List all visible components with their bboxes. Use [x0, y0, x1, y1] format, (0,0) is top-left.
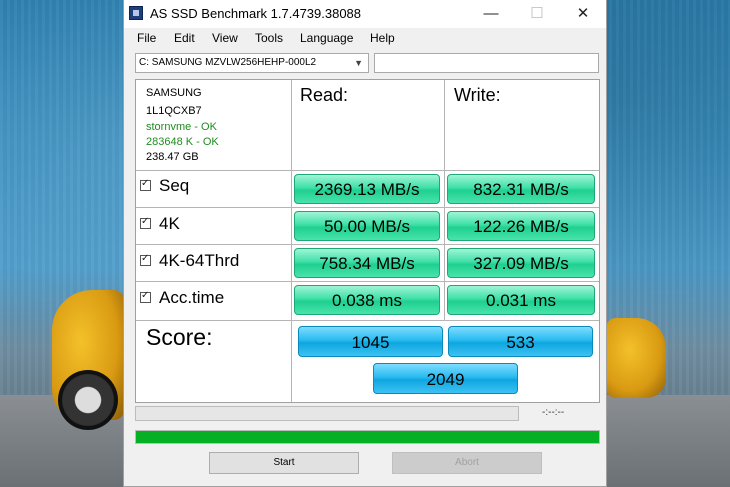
- 4k-write-value: 122.26 MB/s: [447, 211, 595, 241]
- seq-read-value: 2369.13 MB/s: [294, 174, 440, 204]
- drive-dropdown[interactable]: C: SAMSUNG MZVLW256HEHP-000L2 ▼: [135, 53, 369, 73]
- grid-divider: [444, 80, 445, 321]
- window-title: AS SSD Benchmark 1.7.4739.38088: [150, 6, 362, 21]
- test-label: 4K-64Thrd: [159, 251, 240, 270]
- menu-language[interactable]: Language: [300, 31, 353, 45]
- menu-tools[interactable]: Tools: [255, 31, 283, 45]
- test-row-4k-64thrd[interactable]: 4K-64Thrd: [140, 251, 239, 271]
- seq-write-value: 832.31 MB/s: [447, 174, 595, 204]
- acc-time-write-value: 0.031 ms: [447, 285, 595, 315]
- test-progress-bar: [135, 406, 519, 421]
- test-label: 4K: [159, 214, 180, 233]
- menu-view[interactable]: View: [212, 31, 238, 45]
- abort-button[interactable]: Abort: [392, 452, 542, 474]
- grid-divider: [291, 80, 292, 402]
- grid-divider: [136, 170, 599, 171]
- 4k-64thrd-write-value: 327.09 MB/s: [447, 248, 595, 278]
- 4k-64thrd-checkbox[interactable]: [140, 253, 151, 267]
- background-car-right: [606, 318, 666, 398]
- as-ssd-window: AS SSD Benchmark 1.7.4739.38088 — ☐ ✕ Fi…: [123, 0, 607, 487]
- chevron-down-icon[interactable]: ▼: [354, 54, 363, 72]
- minimize-button[interactable]: —: [468, 0, 514, 28]
- menu-edit[interactable]: Edit: [174, 31, 195, 45]
- test-row-acc-time[interactable]: Acc.time: [140, 288, 224, 308]
- grid-divider: [136, 281, 599, 282]
- start-button[interactable]: Start: [209, 452, 359, 474]
- menu-help[interactable]: Help: [370, 31, 395, 45]
- test-label: Acc.time: [159, 288, 225, 307]
- write-header: Write:: [454, 85, 501, 105]
- test-label: Seq: [159, 176, 190, 195]
- results-grid: SAMSUNG 1L1QCXB7 stornvme - OK 283648 K …: [135, 79, 600, 403]
- grid-divider: [136, 244, 599, 245]
- drive-firmware: 1L1QCXB7: [146, 105, 202, 117]
- acc-time-checkbox[interactable]: [140, 290, 151, 304]
- alignment-status: 283648 K - OK: [146, 136, 219, 148]
- drive-capacity: 238.47 GB: [146, 151, 199, 163]
- acc-time-read-value: 0.038 ms: [294, 285, 440, 315]
- seq-checkbox[interactable]: [140, 178, 151, 192]
- test-row-seq[interactable]: Seq: [140, 176, 189, 196]
- score-read-value: 1045: [298, 326, 443, 357]
- menu-file[interactable]: File: [137, 31, 156, 45]
- read-header: Read:: [300, 85, 349, 105]
- menu-bar: File Edit View Tools Language Help: [124, 28, 606, 48]
- elapsed-time: -:--:--: [542, 407, 565, 418]
- driver-status: stornvme - OK: [146, 121, 217, 133]
- overall-progress-bar: [135, 430, 600, 444]
- 4k-64thrd-read-value: 758.34 MB/s: [294, 248, 440, 278]
- drive-dropdown-value: C: SAMSUNG MZVLW256HEHP-000L2: [139, 57, 317, 68]
- drive-vendor: SAMSUNG: [146, 87, 202, 99]
- 4k-read-value: 50.00 MB/s: [294, 211, 440, 241]
- score-label: Score:: [146, 324, 213, 350]
- 4k-checkbox[interactable]: [140, 216, 151, 230]
- score-write-value: 533: [448, 326, 593, 357]
- close-button[interactable]: ✕: [560, 0, 606, 28]
- grid-divider: [136, 207, 599, 208]
- app-icon: [129, 6, 143, 20]
- test-row-4k[interactable]: 4K: [140, 214, 180, 234]
- grid-divider: [136, 320, 599, 321]
- maximize-button[interactable]: ☐: [514, 0, 560, 28]
- score-total-value: 2049: [373, 363, 518, 394]
- background-car-wheel: [58, 370, 118, 430]
- drive-extra-field[interactable]: [374, 53, 599, 73]
- title-bar[interactable]: AS SSD Benchmark 1.7.4739.38088 — ☐ ✕: [124, 0, 606, 28]
- overall-progress-fill: [136, 431, 599, 443]
